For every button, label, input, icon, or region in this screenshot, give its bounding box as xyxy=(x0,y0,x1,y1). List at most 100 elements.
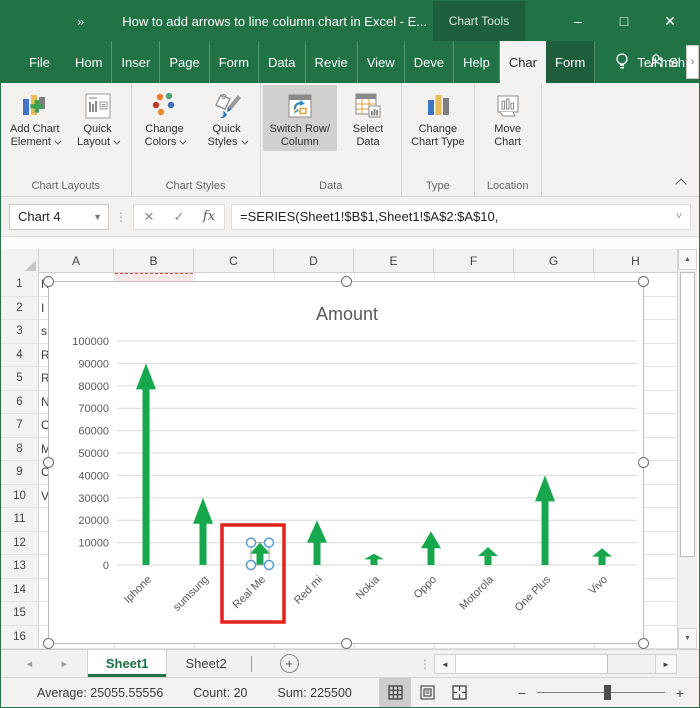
select-data-button[interactable]: Select Data xyxy=(337,85,399,151)
row-header-8[interactable]: 8 xyxy=(1,437,39,460)
scroll-right-button[interactable]: ► xyxy=(655,655,676,673)
quick-access-expand-icon[interactable]: » xyxy=(77,14,84,29)
scroll-down-button[interactable]: ▼ xyxy=(678,628,697,649)
row-header-12[interactable]: 12 xyxy=(1,531,39,554)
chart-resize-handle-se[interactable] xyxy=(638,638,649,649)
series-arrow-sumsung[interactable] xyxy=(193,497,213,565)
vertical-scrollbar[interactable]: ▲ ▼ xyxy=(677,249,697,649)
zoom-slider-thumb[interactable] xyxy=(603,685,611,700)
collapse-ribbon-chevron-icon[interactable] xyxy=(675,178,687,190)
chart-resize-handle-sw[interactable] xyxy=(43,638,54,649)
tab-chart-design[interactable]: Char xyxy=(499,41,546,83)
tab-developer[interactable]: Deve xyxy=(405,41,455,83)
scroll-left-button[interactable]: ◄ xyxy=(435,655,456,673)
normal-view-button[interactable] xyxy=(379,677,411,707)
row-header-15[interactable]: 15 xyxy=(1,602,39,625)
column-header-B[interactable]: B xyxy=(114,249,194,273)
change-chart-type-button[interactable]: Change Chart Type xyxy=(404,85,472,151)
row-header-6[interactable]: 6 xyxy=(1,390,39,413)
cancel-icon[interactable]: ✕ xyxy=(134,209,164,225)
quick-styles-button[interactable]: Quick Styles xyxy=(196,85,258,151)
sheet-tab-sheet2[interactable]: Sheet2 xyxy=(167,650,244,677)
tab-page-layout[interactable]: Page xyxy=(160,41,210,83)
chart-resize-handle-w[interactable] xyxy=(43,457,54,468)
row-header-10[interactable]: 10 xyxy=(1,484,39,507)
row-header-13[interactable]: 13 xyxy=(1,555,39,578)
series-arrow-vivo[interactable] xyxy=(592,548,612,565)
series-arrow-oppo[interactable] xyxy=(421,531,441,565)
tab-review[interactable]: Revie xyxy=(306,41,358,83)
sheet-tab-sheet1[interactable]: Sheet1 xyxy=(86,650,168,677)
previous-sheet-icon[interactable]: ◄ xyxy=(25,659,34,669)
series-arrow-iphone[interactable] xyxy=(136,363,156,565)
point-selection-handle[interactable] xyxy=(263,537,275,548)
name-box-dropdown-icon[interactable]: ▼ xyxy=(93,212,108,222)
select-all-corner[interactable] xyxy=(1,249,39,273)
tab-formulas[interactable]: Form xyxy=(210,41,260,83)
close-button[interactable]: ✕ xyxy=(647,1,693,41)
column-header-E[interactable]: E xyxy=(354,249,434,273)
new-sheet-button[interactable]: + xyxy=(279,654,299,673)
series-arrow-red-mi[interactable] xyxy=(307,520,327,565)
name-box[interactable]: Chart 4 ▼ xyxy=(9,203,109,230)
series-arrow-motorola[interactable] xyxy=(478,547,498,565)
formula-bar-expand-icon[interactable]: ˅ xyxy=(676,211,682,222)
tab-chart-format[interactable]: Form xyxy=(546,41,596,83)
point-selection-handle[interactable] xyxy=(245,537,257,548)
worksheet-grid[interactable]: ABCDEFGH 12345678910111213141516 NIsRRNO… xyxy=(1,249,699,649)
switch-row-column-button[interactable]: Switch Row/ Column xyxy=(262,85,338,151)
tab-home[interactable]: Hom xyxy=(66,41,113,83)
formula-bar-grip-icon[interactable]: ⋮ xyxy=(115,211,127,223)
chart-title[interactable]: Amount xyxy=(316,304,378,324)
page-break-view-button[interactable] xyxy=(443,678,475,708)
chart-resize-handle-ne[interactable] xyxy=(638,276,649,287)
column-header-G[interactable]: G xyxy=(514,249,594,273)
maximize-button[interactable]: □ xyxy=(601,1,647,41)
tab-view[interactable]: View xyxy=(358,41,405,83)
next-sheet-icon[interactable]: ► xyxy=(60,659,69,669)
enter-icon[interactable]: ✓ xyxy=(164,209,194,225)
tab-help[interactable]: Help xyxy=(454,41,500,83)
row-header-3[interactable]: 3 xyxy=(1,320,39,343)
point-selection-handle[interactable] xyxy=(263,559,275,571)
insert-function-icon[interactable]: fx xyxy=(194,209,224,224)
formula-input[interactable]: =SERIES(Sheet1!$B$1,Sheet1!$A$2:$A$10, ˅ xyxy=(231,203,691,230)
sheetbar-splitter-icon[interactable]: ⋮ xyxy=(419,650,431,677)
row-header-7[interactable]: 7 xyxy=(1,414,39,437)
quick-layout-button[interactable]: Quick Layout xyxy=(67,85,129,151)
row-header-2[interactable]: 2 xyxy=(1,296,39,319)
column-header-F[interactable]: F xyxy=(434,249,514,273)
chart-resize-handle-e[interactable] xyxy=(638,457,649,468)
tab-data[interactable]: Data xyxy=(259,41,306,83)
column-header-A[interactable]: A xyxy=(39,249,114,273)
row-header-5[interactable]: 5 xyxy=(1,367,39,390)
chart-object[interactable]: Amount 0 10000 20000 30000 40000 50000 60000 70… xyxy=(43,276,649,649)
vertical-scrollbar-thumb[interactable] xyxy=(680,272,695,557)
scroll-up-button[interactable]: ▲ xyxy=(678,249,697,270)
zoom-in-button[interactable]: + xyxy=(671,685,689,701)
move-chart-button[interactable]: Move Chart xyxy=(477,85,539,151)
row-header-16[interactable]: 16 xyxy=(1,625,39,648)
minimize-button[interactable]: – xyxy=(555,1,601,41)
zoom-slider-track[interactable] xyxy=(537,685,665,700)
row-header-9[interactable]: 9 xyxy=(1,461,39,484)
row-header-4[interactable]: 4 xyxy=(1,343,39,366)
row-header-11[interactable]: 11 xyxy=(1,508,39,531)
row-header-14[interactable]: 14 xyxy=(1,578,39,601)
series-arrow-nokia[interactable] xyxy=(364,553,384,565)
column-header-D[interactable]: D xyxy=(274,249,354,273)
horizontal-scrollbar-thumb[interactable] xyxy=(456,655,608,673)
column-header-C[interactable]: C xyxy=(194,249,274,273)
ribbon-overflow-chevron[interactable]: › xyxy=(686,45,699,79)
tab-insert[interactable]: Inser xyxy=(112,41,161,83)
tab-file[interactable]: File xyxy=(13,41,66,83)
chart-resize-handle-s[interactable] xyxy=(341,638,352,649)
row-header-1[interactable]: 1 xyxy=(1,273,39,296)
zoom-out-button[interactable]: − xyxy=(513,685,531,701)
share-button[interactable]: Sh xyxy=(650,41,685,83)
chart-resize-handle-nw[interactable] xyxy=(43,276,54,287)
change-colors-button[interactable]: Change Colors xyxy=(134,85,196,151)
page-layout-view-button[interactable] xyxy=(411,678,443,708)
chart-resize-handle-n[interactable] xyxy=(341,276,352,287)
add-chart-element-button[interactable]: Add Chart Element xyxy=(3,85,67,151)
